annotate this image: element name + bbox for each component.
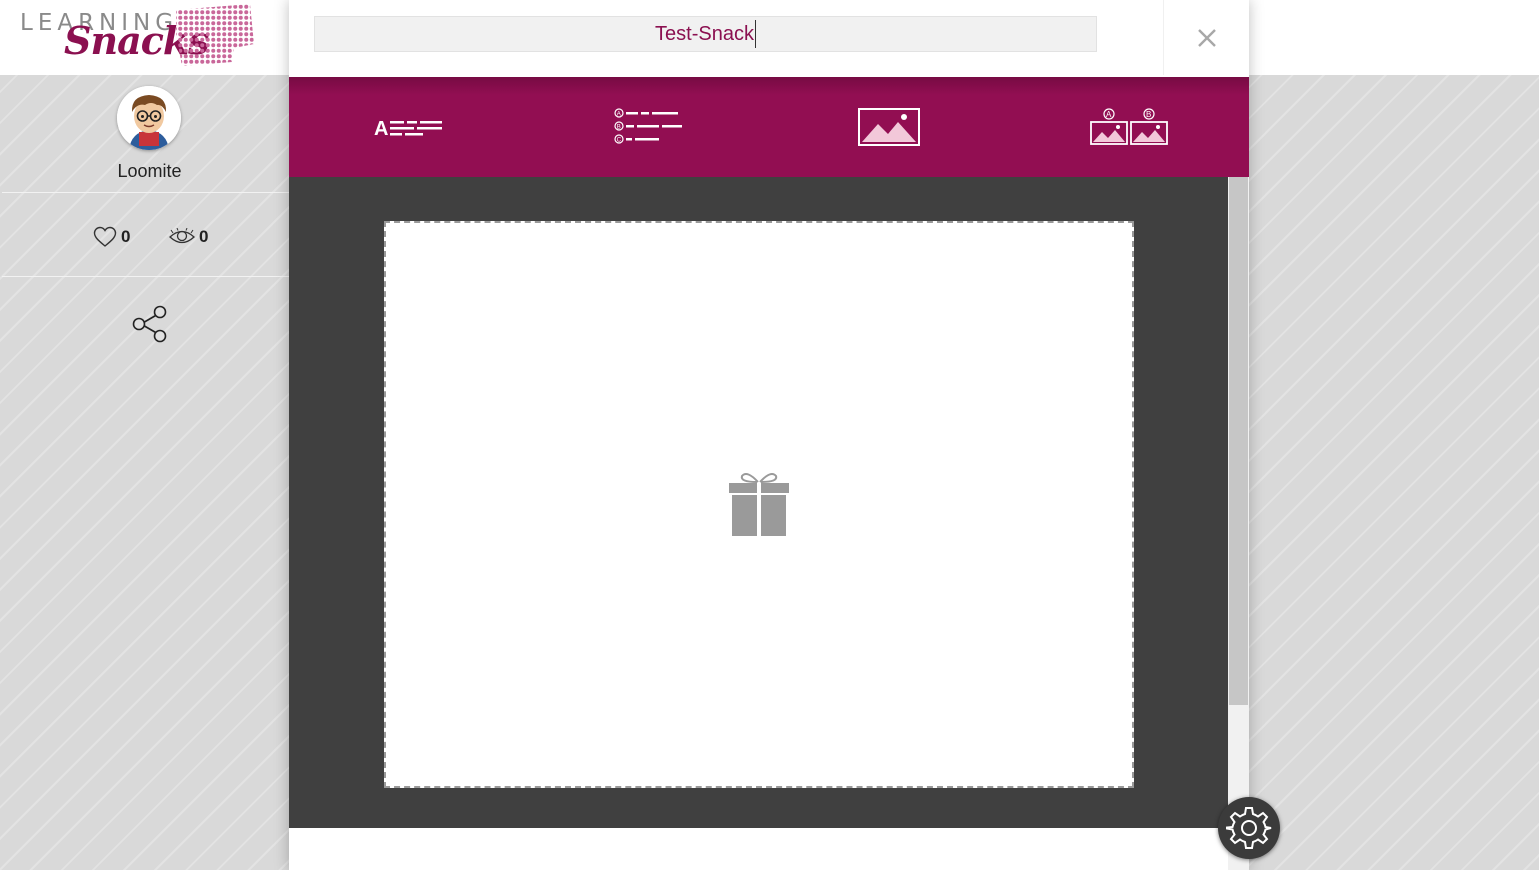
settings-button[interactable] xyxy=(1218,797,1280,859)
image-choice-icon: A B xyxy=(1090,108,1168,145)
tool-text-question[interactable]: A xyxy=(289,77,529,177)
editor-stage xyxy=(289,177,1228,828)
tool-multiple-choice[interactable]: A B C xyxy=(529,77,769,177)
scrollbar-thumb[interactable] xyxy=(1229,177,1248,705)
svg-text:A: A xyxy=(617,112,621,118)
likes-count: 0 xyxy=(121,227,131,246)
user-sidebar: Loomite 0 0 xyxy=(0,75,289,870)
text-caret xyxy=(754,20,756,48)
svg-text:C: C xyxy=(617,138,622,144)
close-icon xyxy=(1197,28,1216,47)
sidebar-divider xyxy=(2,192,289,193)
gift-icon xyxy=(729,472,789,536)
heart-icon xyxy=(93,226,117,247)
logo-dots-icon xyxy=(176,4,254,66)
text-question-icon: A xyxy=(374,118,442,139)
sidebar-divider xyxy=(2,276,289,277)
eye-icon xyxy=(169,228,195,244)
tool-image-choice[interactable]: A B xyxy=(1009,77,1249,177)
views-stat: 0 xyxy=(169,226,208,248)
share-icon xyxy=(132,305,167,343)
editor-footer xyxy=(289,828,1228,870)
avatar[interactable] xyxy=(117,86,181,150)
multiple-choice-icon: A B C xyxy=(614,108,682,144)
share-button[interactable] xyxy=(131,304,169,344)
avatar-image-icon xyxy=(117,86,181,150)
svg-text:B: B xyxy=(617,125,621,131)
editor-scrollbar[interactable] xyxy=(1228,177,1249,870)
svg-text:A: A xyxy=(1106,110,1112,119)
image-icon xyxy=(858,108,920,146)
likes-stat[interactable]: 0 xyxy=(93,226,130,248)
question-type-toolbar: A A B C A B xyxy=(289,77,1249,177)
snack-title-value: Test-Snack xyxy=(655,22,754,45)
editor-panel: Test-Snack A A B C A B xyxy=(289,0,1249,870)
content-drop-zone[interactable] xyxy=(384,221,1134,788)
tool-image-question[interactable] xyxy=(769,77,1009,177)
learning-snacks-logo[interactable]: LEARNING Snacks xyxy=(20,4,260,68)
username: Loomite xyxy=(117,161,182,181)
views-count: 0 xyxy=(199,227,209,246)
gear-icon xyxy=(1226,807,1272,849)
snack-title-input[interactable]: Test-Snack xyxy=(314,16,1097,52)
svg-text:B: B xyxy=(1146,110,1151,119)
svg-text:A: A xyxy=(374,118,388,139)
close-button[interactable] xyxy=(1163,0,1249,75)
